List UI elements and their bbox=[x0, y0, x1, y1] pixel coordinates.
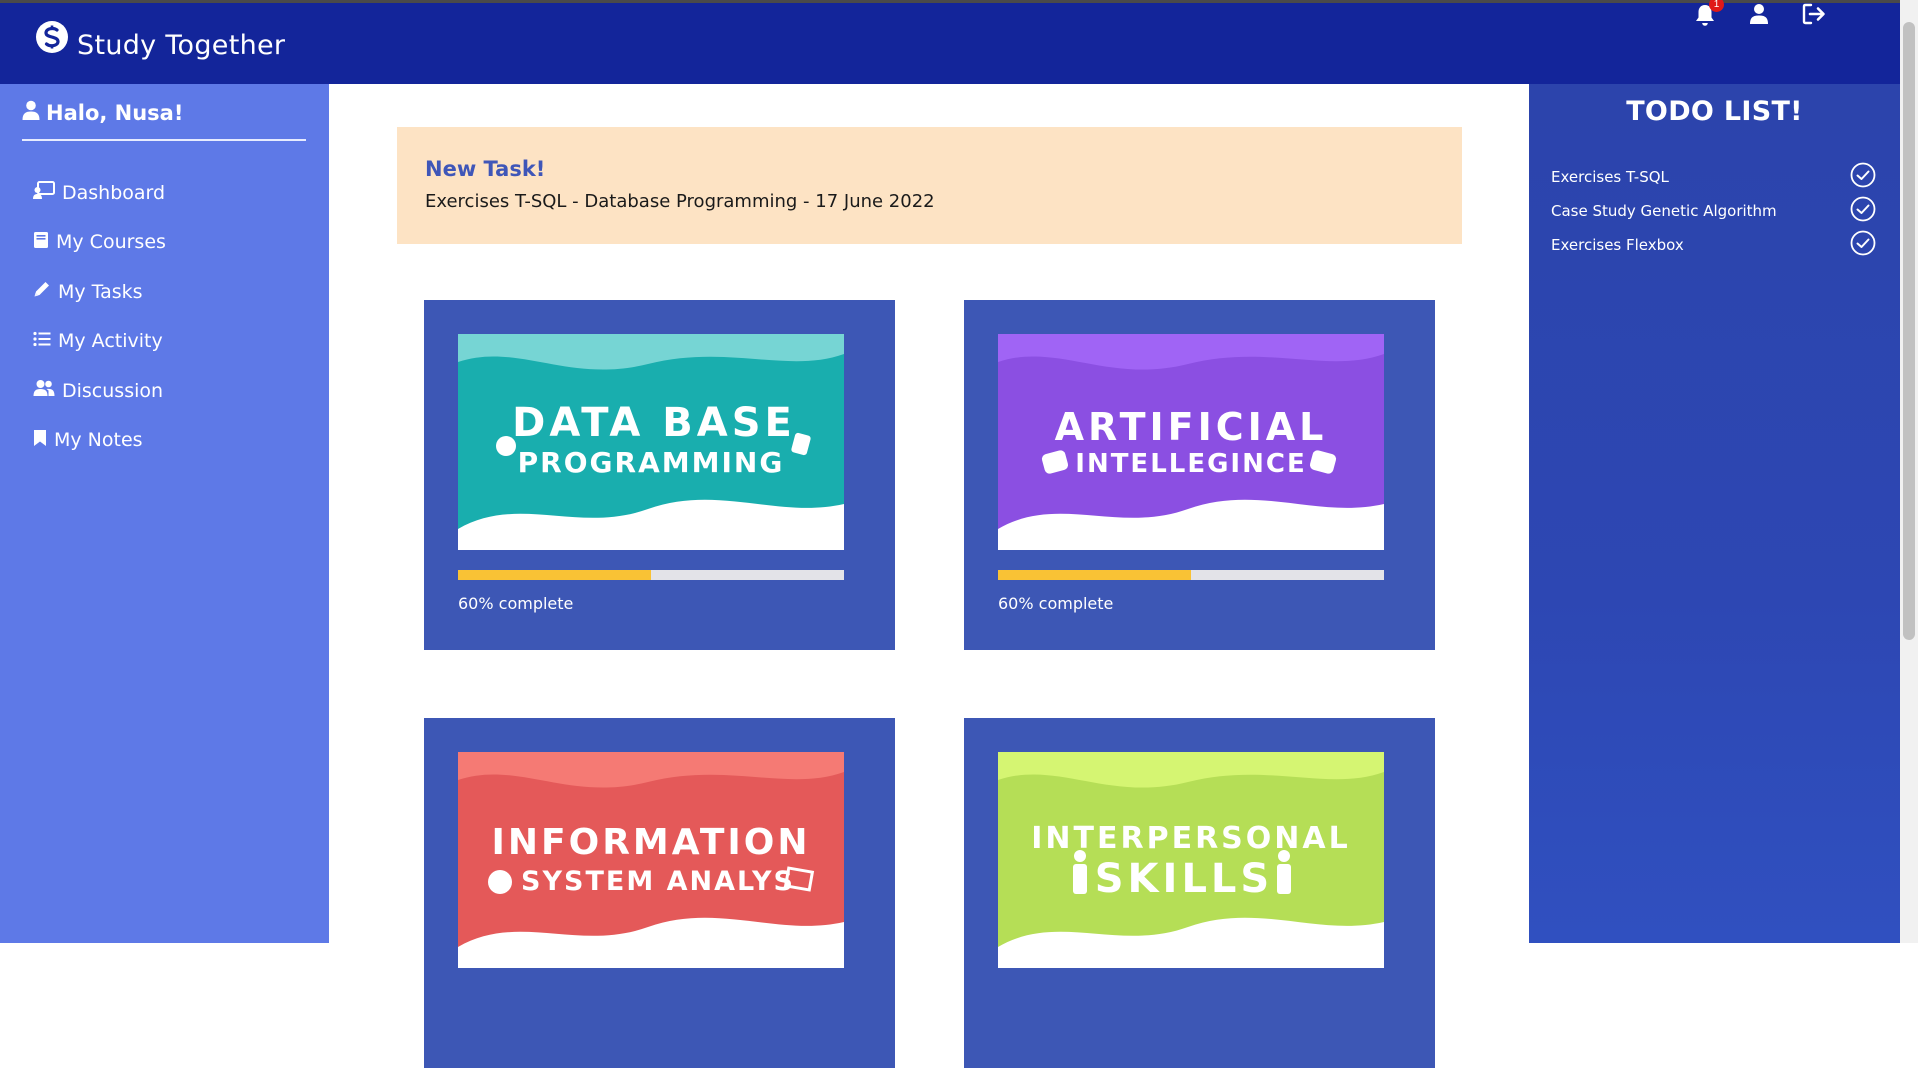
course-progress-bar bbox=[998, 570, 1384, 580]
logout-button[interactable] bbox=[1802, 3, 1828, 29]
alert-text: Exercises T-SQL - Database Programming -… bbox=[425, 191, 935, 212]
top-bar: Study Together 1 bbox=[0, 0, 1900, 84]
dashboard-icon bbox=[33, 180, 55, 205]
todo-item-label: Exercises Flexbox bbox=[1551, 236, 1684, 254]
banner-title-line1: INFORMATION bbox=[491, 822, 810, 863]
banner-title-line2: PROGRAMMING bbox=[518, 446, 785, 479]
brand[interactable]: Study Together bbox=[35, 20, 286, 61]
notifications-button[interactable]: 1 bbox=[1694, 0, 1724, 31]
bookmark-icon bbox=[33, 429, 47, 452]
course-card-interpersonal-skills[interactable]: INTERPERSONAL SKILLS bbox=[964, 718, 1435, 1068]
sidebar-item-my-notes[interactable]: My Notes bbox=[33, 416, 166, 466]
users-icon bbox=[33, 379, 55, 402]
profile-button[interactable] bbox=[1749, 3, 1775, 29]
sidebar-item-label: My Tasks bbox=[58, 280, 143, 303]
notification-badge: 1 bbox=[1709, 0, 1724, 12]
course-banner: ARTIFICIAL INTELLEGINCE bbox=[998, 334, 1384, 550]
sidebar-divider bbox=[22, 139, 306, 141]
course-card-information-system-analysis[interactable]: INFORMATION SYSTEM ANALYS bbox=[424, 718, 895, 1068]
sidebar-item-label: My Notes bbox=[54, 429, 143, 452]
list-icon bbox=[33, 330, 51, 352]
todo-panel: TODO LIST! Exercises T-SQL Case Study Ge… bbox=[1529, 84, 1900, 943]
pencil-icon bbox=[33, 280, 51, 303]
alert-title: New Task! bbox=[425, 157, 546, 181]
logout-icon bbox=[1802, 3, 1826, 29]
todo-item: Exercises T-SQL bbox=[1551, 160, 1876, 194]
sidebar-item-my-tasks[interactable]: My Tasks bbox=[33, 267, 166, 317]
todo-title: TODO LIST! bbox=[1626, 96, 1803, 127]
user-greeting: Halo, Nusa! bbox=[22, 100, 183, 125]
bell-icon bbox=[1694, 5, 1716, 31]
user-icon bbox=[1749, 4, 1769, 29]
todo-list: Exercises T-SQL Case Study Genetic Algor… bbox=[1551, 160, 1876, 262]
banner-title-line1: DATA BASE bbox=[512, 400, 796, 446]
todo-item: Exercises Flexbox bbox=[1551, 228, 1876, 262]
scrollbar-thumb[interactable] bbox=[1903, 22, 1915, 640]
sidebar-item-label: Discussion bbox=[62, 379, 164, 402]
sidebar-item-my-activity[interactable]: My Activity bbox=[33, 317, 166, 367]
course-banner: INFORMATION SYSTEM ANALYS bbox=[458, 752, 844, 968]
banner-title-line2: INTELLEGINCE bbox=[1075, 449, 1306, 479]
main-content: New Task! Exercises T-SQL - Database Pro… bbox=[329, 84, 1529, 1068]
course-banner: INTERPERSONAL SKILLS bbox=[998, 752, 1384, 968]
course-progress-label: 60% complete bbox=[998, 594, 1114, 613]
banner-title-line2: SKILLS bbox=[1095, 856, 1273, 902]
user-icon bbox=[22, 100, 40, 125]
app-title: Study Together bbox=[77, 29, 286, 61]
sidebar: Halo, Nusa! Dashboard My Courses My Task… bbox=[0, 84, 329, 943]
sidebar-item-discussion[interactable]: Discussion bbox=[33, 366, 166, 416]
greeting-text: Halo, Nusa! bbox=[46, 100, 184, 125]
course-progress-fill bbox=[458, 570, 651, 580]
check-circle-icon[interactable] bbox=[1850, 230, 1876, 260]
todo-item-label: Exercises T-SQL bbox=[1551, 168, 1669, 186]
sidebar-item-my-courses[interactable]: My Courses bbox=[33, 218, 166, 268]
new-task-alert[interactable]: New Task! Exercises T-SQL - Database Pro… bbox=[397, 127, 1462, 244]
sidebar-item-dashboard[interactable]: Dashboard bbox=[33, 168, 166, 218]
sidebar-item-label: Dashboard bbox=[62, 181, 166, 204]
banner-title-line2: SYSTEM ANALYS bbox=[521, 866, 795, 897]
sidebar-item-label: My Activity bbox=[58, 330, 163, 353]
logo-icon bbox=[35, 20, 69, 58]
todo-item-label: Case Study Genetic Algorithm bbox=[1551, 202, 1777, 220]
banner-title-line1: INTERPERSONAL bbox=[1031, 821, 1350, 856]
course-card-database-programming[interactable]: DATA BASE PROGRAMMING 60% complete bbox=[424, 300, 895, 650]
banner-title-line1: ARTIFICIAL bbox=[1055, 405, 1328, 449]
check-circle-icon[interactable] bbox=[1850, 196, 1876, 226]
course-progress-label: 60% complete bbox=[458, 594, 574, 613]
todo-item: Case Study Genetic Algorithm bbox=[1551, 194, 1876, 228]
sidebar-nav: Dashboard My Courses My Tasks My Activit… bbox=[33, 168, 166, 465]
sidebar-item-label: My Courses bbox=[56, 231, 166, 254]
check-circle-icon[interactable] bbox=[1850, 162, 1876, 192]
course-progress-fill bbox=[998, 570, 1191, 580]
book-icon bbox=[33, 231, 49, 254]
course-banner: DATA BASE PROGRAMMING bbox=[458, 334, 844, 550]
course-progress-bar bbox=[458, 570, 844, 580]
course-card-artificial-intelligence[interactable]: ARTIFICIAL INTELLEGINCE 60% complete bbox=[964, 300, 1435, 650]
page-scrollbar[interactable] bbox=[1900, 0, 1918, 943]
